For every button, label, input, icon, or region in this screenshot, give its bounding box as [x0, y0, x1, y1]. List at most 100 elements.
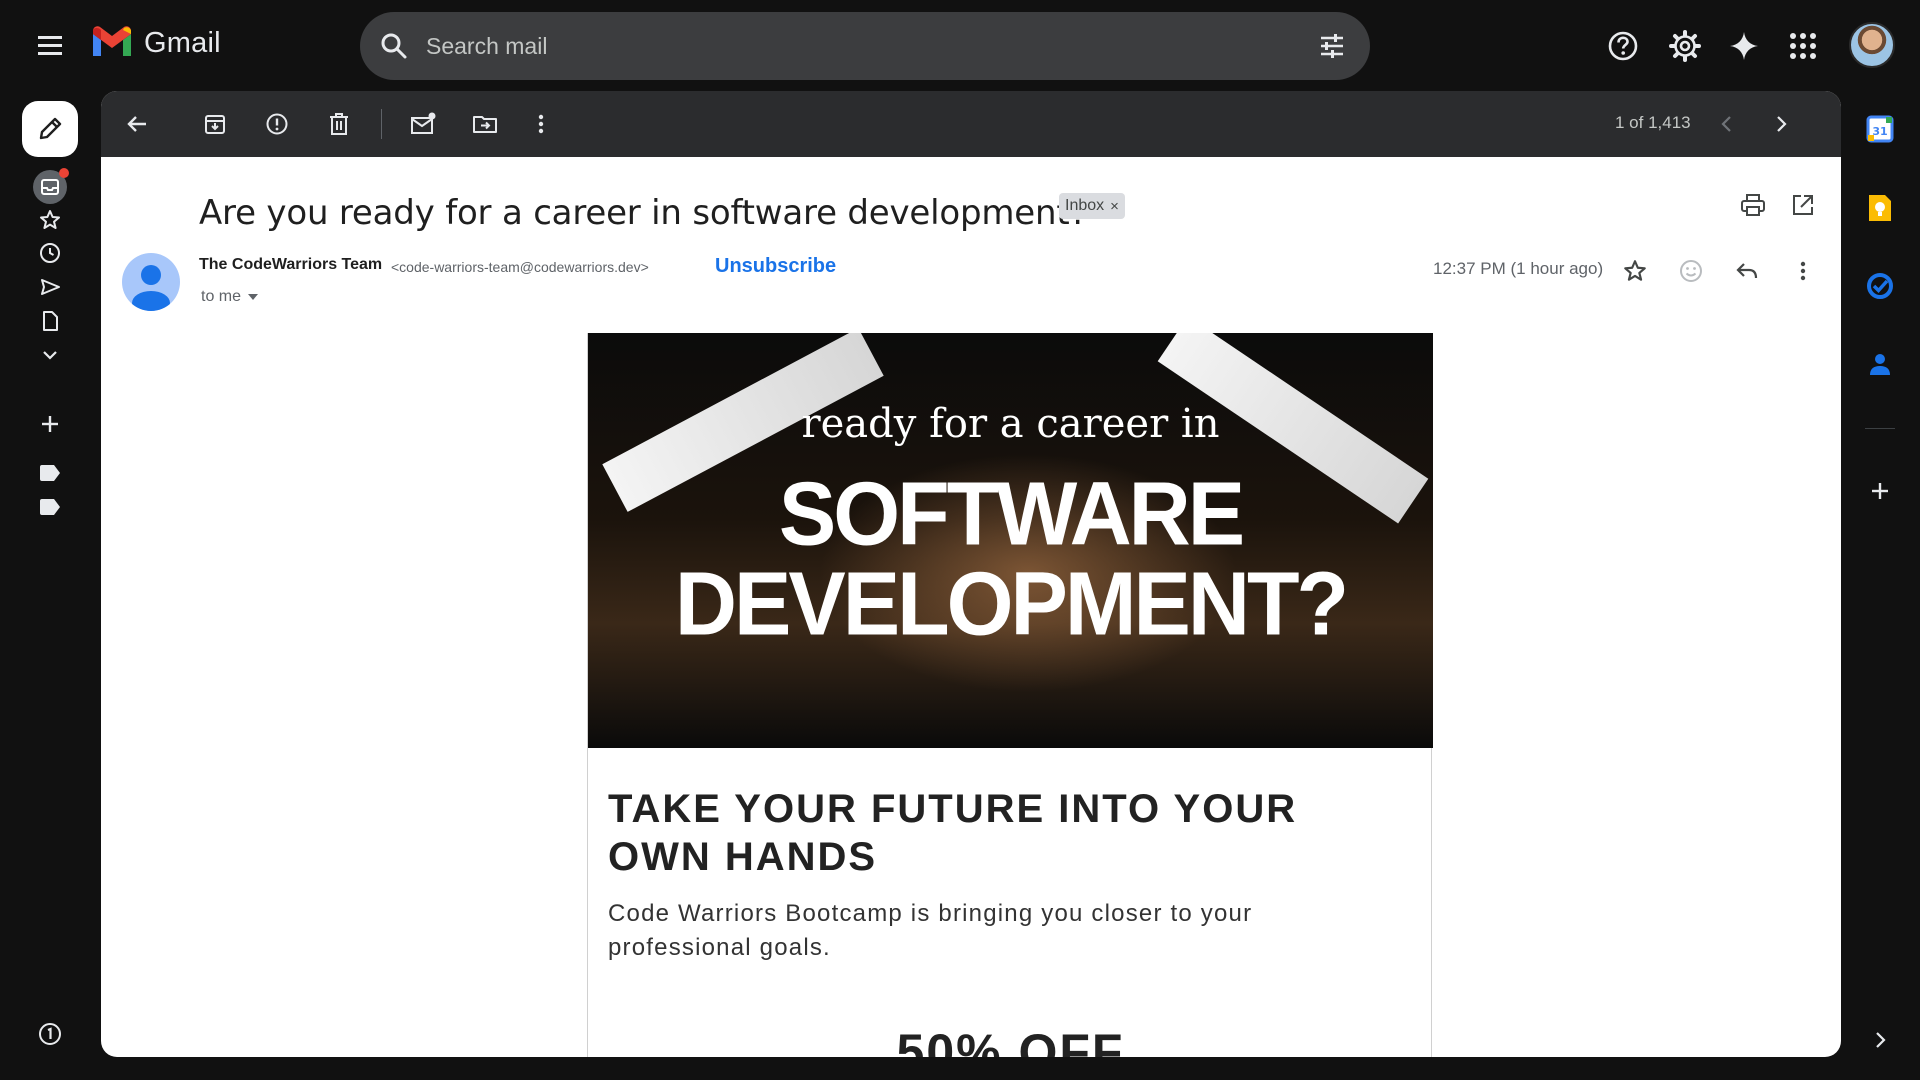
sender-avatar[interactable]: [122, 253, 180, 311]
nav-sent[interactable]: [34, 271, 66, 303]
nav-drafts[interactable]: [34, 305, 66, 337]
tasks-addon[interactable]: [1862, 268, 1898, 304]
back-button[interactable]: [121, 108, 153, 140]
menu-icon: [38, 36, 62, 55]
contacts-icon: [1870, 354, 1890, 375]
open-new-window-button[interactable]: [1787, 189, 1819, 221]
search-icon[interactable]: [378, 30, 410, 62]
settings-icon: [1669, 30, 1701, 62]
delete-icon: [330, 113, 348, 135]
inbox-icon: [41, 179, 59, 195]
drafts-icon: [43, 311, 58, 331]
add-label-icon: [42, 416, 58, 432]
show-side-panel-button[interactable]: [1862, 1022, 1898, 1058]
settings-button[interactable]: [1665, 26, 1705, 66]
search-input[interactable]: [426, 32, 1316, 60]
message-toolbar: 1 of 1,413: [101, 91, 1841, 157]
inbox-label-chip[interactable]: Inbox ×: [1059, 193, 1125, 219]
open-in-new-icon: [1793, 195, 1813, 215]
report-spam-icon: [266, 113, 288, 135]
keep-addon[interactable]: [1862, 190, 1898, 226]
nav-snoozed[interactable]: [34, 237, 66, 269]
calendar-icon: 31: [1866, 115, 1894, 143]
remove-label-button[interactable]: ×: [1110, 198, 1119, 215]
info-icon: [39, 1023, 61, 1045]
hero-title-line2: DEVELOPMENT?: [674, 553, 1349, 655]
back-icon: [127, 116, 146, 132]
mark-unread-button[interactable]: [407, 108, 439, 140]
mark-unread-icon: [411, 112, 436, 134]
info-button[interactable]: [34, 1018, 66, 1050]
person-icon: [132, 265, 170, 311]
sent-icon: [41, 279, 60, 295]
message-more-button[interactable]: [1787, 255, 1819, 287]
calendar-addon[interactable]: 31: [1862, 111, 1898, 147]
nav-more[interactable]: [34, 339, 66, 371]
unsubscribe-link[interactable]: Unsubscribe: [715, 255, 836, 278]
newer-icon: [1721, 116, 1731, 132]
more-vert-icon: [538, 114, 544, 134]
add-reaction-button[interactable]: [1675, 255, 1707, 287]
recipient-details-toggle[interactable]: to me: [201, 288, 259, 306]
message-timestamp: 12:37 PM (1 hour ago): [1433, 259, 1604, 278]
print-icon: [1741, 194, 1765, 216]
move-to-button[interactable]: [469, 108, 501, 140]
help-icon: [1608, 31, 1638, 61]
newer-button[interactable]: [1711, 108, 1743, 140]
more-actions-button[interactable]: [525, 108, 557, 140]
archive-icon: [205, 115, 225, 134]
nav-inbox[interactable]: [33, 168, 69, 204]
email-content: ready for a career in SOFTWARE DEVELOPME…: [587, 333, 1433, 1057]
unread-dot: [59, 168, 69, 178]
keep-icon: [1869, 195, 1891, 221]
emoji-icon: [1680, 260, 1702, 282]
contacts-addon[interactable]: [1862, 346, 1898, 382]
nav-label-2[interactable]: [34, 491, 66, 523]
gemini-button[interactable]: [1724, 26, 1764, 66]
gmail-logo[interactable]: Gmail: [90, 26, 221, 60]
search-bar[interactable]: [360, 12, 1370, 80]
report-spam-button[interactable]: [261, 108, 293, 140]
nav-label-1[interactable]: [34, 457, 66, 489]
nav-starred[interactable]: [34, 204, 66, 236]
email-headline: TAKE YOUR FUTURE INTO YOUR OWN HANDS: [608, 787, 1298, 879]
email-subtext: Code Warriors Bootcamp is bringing you c…: [608, 900, 1253, 961]
star-button[interactable]: [1619, 255, 1651, 287]
snoozed-icon: [40, 243, 60, 263]
right-rail-divider: [1865, 428, 1895, 429]
sender-email: <code-warriors-team@codewarriors.dev>: [391, 259, 649, 275]
app-name: Gmail: [144, 26, 221, 59]
caret-down-icon: [248, 294, 259, 300]
move-to-icon: [473, 116, 497, 133]
older-button[interactable]: [1765, 108, 1797, 140]
label-icon: [40, 465, 60, 481]
hero-banner: ready for a career in SOFTWARE DEVELOPME…: [588, 333, 1433, 748]
reply-button[interactable]: [1731, 255, 1763, 287]
account-avatar[interactable]: [1849, 22, 1895, 68]
offer-text: 50% OFF: [896, 1024, 1125, 1057]
create-label-button[interactable]: [34, 408, 66, 440]
tasks-icon: [1867, 273, 1893, 299]
apps-icon: [1790, 33, 1816, 59]
main-menu-button[interactable]: [30, 28, 70, 64]
compose-button[interactable]: [22, 101, 78, 157]
gmail-m-icon: [93, 26, 131, 56]
get-addons-button[interactable]: [1862, 473, 1898, 509]
print-button[interactable]: [1737, 189, 1769, 221]
compose-icon: [39, 117, 62, 140]
toolbar-divider: [381, 109, 382, 139]
delete-button[interactable]: [323, 108, 355, 140]
sender-name[interactable]: The CodeWarriors Team: [199, 256, 382, 274]
label-chip-text: Inbox: [1065, 197, 1105, 214]
apps-button[interactable]: [1783, 26, 1823, 66]
add-addon-icon: [1872, 483, 1888, 499]
starred-icon: [40, 210, 60, 229]
hero-title-line1: SOFTWARE: [778, 463, 1245, 565]
pagination-count: 1 of 1,413: [1615, 113, 1691, 132]
archive-button[interactable]: [199, 108, 231, 140]
star-icon: [1624, 260, 1646, 281]
search-options-icon[interactable]: [1316, 30, 1348, 62]
more-icon: [43, 351, 57, 360]
expand-icon: [1876, 1032, 1886, 1048]
help-button[interactable]: [1603, 26, 1643, 66]
